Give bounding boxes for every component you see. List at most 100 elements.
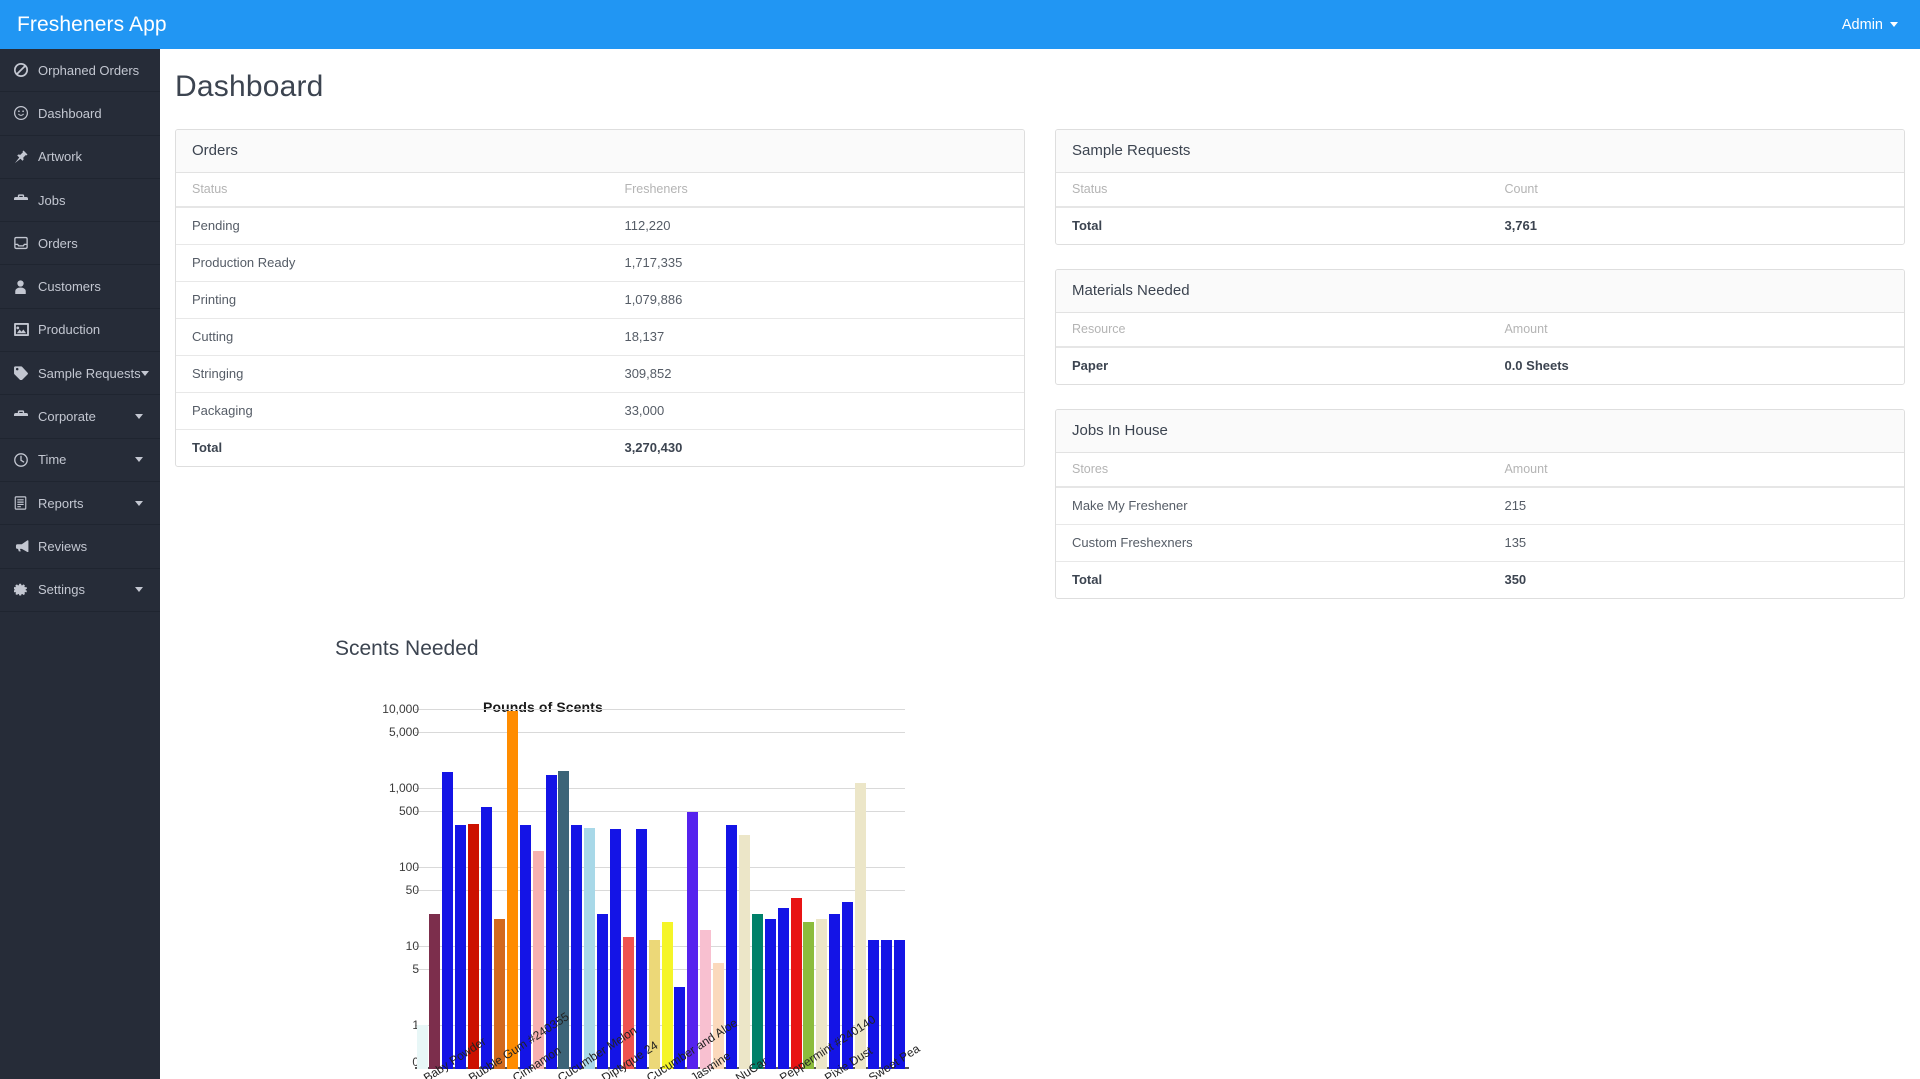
col-header-count: Count [1488, 173, 1904, 208]
scents-chart: Pounds of Scents 10,000 5,000 1,000 500 100 5… [335, 699, 1035, 1079]
chevron-down-icon [135, 457, 143, 463]
cell-value: 350 [1488, 561, 1904, 598]
sidebar-item-time[interactable]: Time [0, 439, 160, 482]
gear-icon [14, 582, 33, 597]
sidebar-item-label: Orphaned Orders [38, 62, 140, 78]
table-row: Pending 112,220 [176, 207, 1024, 245]
cell-label: Paper [1072, 358, 1109, 373]
chart-bar [442, 771, 454, 1069]
sidebar-item-label: Sample Requests [38, 365, 141, 381]
briefcase-icon [14, 193, 33, 208]
panel-orders: Orders Status Fresheners Pending 112,220 P… [175, 129, 1025, 467]
sidebar-item-artwork[interactable]: Artwork [0, 136, 160, 179]
sidebar-item-label: Time [38, 452, 67, 468]
table-total-row: Paper 0.0 Sheets [1056, 347, 1904, 384]
sidebar-item-sample-requests[interactable]: Sample Requests [0, 352, 160, 396]
sidebar-item-label: Settings [38, 582, 85, 598]
chart-bar [493, 918, 505, 1069]
col-header-amount: Amount [1488, 313, 1904, 348]
cell-label: Stringing [176, 355, 609, 393]
table-header-row: Status Count [1056, 173, 1904, 208]
inbox-icon [14, 236, 33, 251]
sidebar-item-label: Reports [38, 495, 84, 511]
clock-icon [14, 452, 33, 467]
main-content: Dashboard Orders Status Fresheners Pendi… [160, 49, 1920, 1079]
bullhorn-icon [14, 539, 33, 554]
materials-needed-table-body: Paper 0.0 Sheets [1056, 347, 1904, 384]
dashboard-icon [14, 106, 33, 121]
sidebar-item-settings[interactable]: Settings [0, 569, 160, 612]
y-axis-tick-label: 10 [405, 939, 419, 953]
chart-bar [622, 936, 634, 1069]
chart-title: Pounds of Scents [483, 699, 603, 715]
sidebar-item-orders[interactable]: Orders [0, 222, 160, 266]
chart-bar [880, 939, 892, 1069]
tag-icon [14, 366, 33, 381]
orders-table-body: Pending 112,220 Production Ready 1,717,335 P… [176, 207, 1024, 466]
col-header-amount: Amount [1488, 453, 1904, 488]
table-header-row: Resource Amount [1056, 313, 1904, 348]
chart-bar [584, 827, 596, 1069]
sidebar-item-corporate[interactable]: Corporate [0, 395, 160, 439]
cell-label: Total [1056, 561, 1489, 598]
col-header-fresheners: Fresheners [608, 173, 1024, 208]
panel-jobs-in-house-title: Jobs In House [1056, 410, 1904, 453]
chart-bar [416, 1025, 428, 1069]
y-axis-tick-label: 1,000 [388, 781, 419, 795]
user-menu-label: Admin [1841, 16, 1883, 33]
sidebar-item-label: Production [38, 322, 101, 338]
chart-bar [481, 807, 493, 1069]
chart-gridline [415, 732, 905, 733]
table-total-row: Total 350 [1056, 561, 1904, 598]
pushpin-icon [14, 149, 33, 164]
sidebar-item-orphaned-orders[interactable]: Orphaned Orders [0, 49, 160, 93]
cell-value: 0.0 Sheets [1504, 358, 1569, 373]
chart-bar [455, 825, 467, 1069]
col-header-stores: Stores [1056, 453, 1489, 488]
dashboard-right-column: Sample Requests Status Count Total 3,761 … [1055, 129, 1905, 623]
chart-bar [738, 835, 750, 1069]
materials-needed-table: Resource Amount Paper 0.0 Sheets [1056, 313, 1904, 384]
sidebar-item-jobs[interactable]: Jobs [0, 179, 160, 223]
chevron-down-icon [135, 587, 143, 593]
chevron-down-icon [135, 500, 143, 506]
cell-value: 33,000 [608, 392, 1024, 430]
sidebar: Orphaned Orders Dashboard Artwork Jobs Order… [0, 49, 160, 1079]
table-row: Stringing 309,852 [176, 355, 1024, 393]
sidebar-item-reviews[interactable]: Reviews [0, 525, 160, 569]
y-axis-tick-label: 50 [405, 883, 419, 897]
chevron-down-icon [140, 370, 149, 376]
jobs-in-house-table-body: Make My Freshener 215 Custom Freshexners 13… [1056, 487, 1904, 598]
table-row: Printing 1,079,886 [176, 281, 1024, 319]
sidebar-item-customers[interactable]: Customers [0, 265, 160, 309]
cell-label: Total [176, 429, 609, 466]
sidebar-item-production[interactable]: Production [0, 309, 160, 353]
cell-value: 3,761 [1504, 218, 1538, 233]
panel-materials-needed-title: Materials Needed [1056, 270, 1904, 313]
sidebar-item-label: Jobs [38, 192, 66, 208]
cell-label: Total [1072, 218, 1103, 233]
briefcase-icon [14, 409, 33, 424]
chart-bar [661, 921, 673, 1069]
chart-bar [777, 907, 789, 1069]
user-menu-admin[interactable]: Admin [1842, 17, 1920, 33]
table-row: Custom Freshexners 135 [1056, 524, 1904, 562]
cell-label: Production Ready [176, 244, 609, 282]
cell-value: 135 [1488, 524, 1904, 562]
app-brand[interactable]: Fresheners App [0, 13, 167, 37]
sidebar-item-label: Dashboard [38, 105, 102, 121]
sidebar-item-label: Reviews [38, 538, 88, 554]
y-axis-tick-label: 100 [398, 860, 419, 874]
sidebar-item-label: Customers [38, 279, 101, 295]
cell-label: Cutting [176, 318, 609, 356]
chart-bar [468, 824, 480, 1069]
sidebar-item-dashboard[interactable]: Dashboard [0, 92, 160, 136]
col-header-resource: Resource [1056, 313, 1489, 348]
y-axis-tick-label: 5 [412, 962, 419, 976]
chart-bar [506, 710, 518, 1069]
panel-materials-needed: Materials Needed Resource Amount Paper 0.… [1055, 269, 1905, 385]
cell-value: 1,717,335 [608, 244, 1024, 282]
cell-label: Pending [192, 218, 240, 233]
sidebar-item-reports[interactable]: Reports [0, 482, 160, 526]
panel-sample-requests-title: Sample Requests [1056, 130, 1904, 173]
